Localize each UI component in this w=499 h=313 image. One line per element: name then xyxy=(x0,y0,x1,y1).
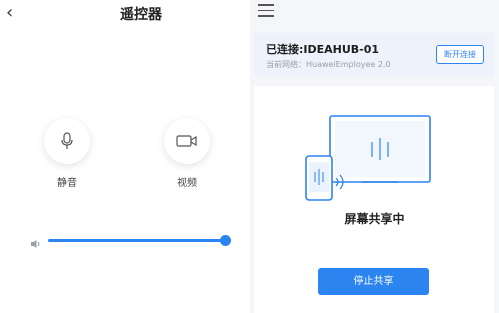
video-label: 视频 xyxy=(177,178,197,189)
sharing-status-text: 屏幕共享中 xyxy=(344,212,405,226)
stop-sharing-button[interactable]: 停止共享 xyxy=(318,268,429,295)
volume-slider-track[interactable] xyxy=(48,239,226,242)
page-title: 遥控器 xyxy=(120,7,162,23)
video-camera-icon xyxy=(176,135,197,147)
back-icon[interactable]: ‹ xyxy=(6,2,22,24)
mute-button[interactable] xyxy=(44,118,90,164)
current-network: 当前网络：HuaweiEmployee 2.0 xyxy=(266,60,391,69)
microphone-icon xyxy=(61,132,73,149)
menu-icon[interactable] xyxy=(258,4,274,18)
connection-status: 已连接:IDEAHUB-01 xyxy=(266,43,380,56)
screen-sharing-illustration-icon xyxy=(305,115,431,201)
video-button[interactable] xyxy=(164,118,210,164)
disconnect-button[interactable]: 断开连接 xyxy=(436,45,484,64)
remote-control-panel: ‹ 遥控器 静音 视频 xyxy=(0,0,248,313)
screen-share-panel: 已连接:IDEAHUB-01 当前网络：HuaweiEmployee 2.0 断… xyxy=(250,0,499,313)
mute-label: 静音 xyxy=(57,178,77,189)
volume-slider-handle[interactable] xyxy=(220,235,231,246)
volume-icon xyxy=(30,234,42,248)
